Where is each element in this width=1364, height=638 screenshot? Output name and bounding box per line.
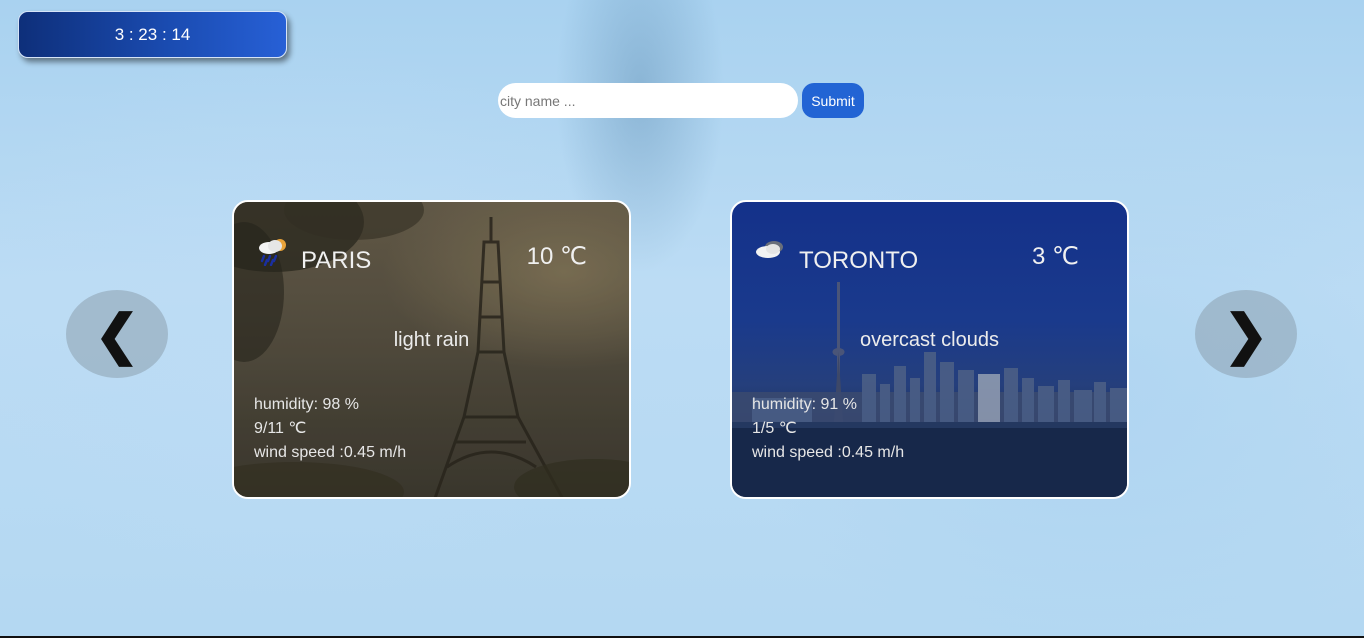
clock-time: 3 : 23 : 14 [114,24,191,44]
humidity-text: humidity: 98 % [254,396,359,413]
weather-details: humidity: 98 % 9/11 ℃ wind speed :0.45 m… [254,393,406,465]
weather-description: overcast clouds [860,329,999,351]
humidity-text: humidity: 91 % [752,396,857,413]
city-search-form: Submit [498,83,864,118]
city-name: PARIS [301,247,372,274]
previous-arrow-button[interactable]: ❮ [66,290,168,378]
weather-details: humidity: 91 % 1/5 ℃ wind speed :0.45 m/… [752,393,904,465]
temperature: 3 ℃ [1032,243,1079,270]
overcast-clouds-icon [756,241,783,258]
wind-speed-text: wind speed :0.45 m/h [752,444,905,461]
clock-display: 3 : 23 : 14 [18,11,287,58]
light-rain-icon [259,239,286,266]
min-max-temperature: 9/11 ℃ [254,420,307,437]
city-search-input[interactable] [498,83,798,118]
next-arrow-button[interactable]: ❯ [1195,290,1297,378]
weather-description: light rain [393,329,470,351]
chevron-right-icon: ❯ [1223,304,1269,365]
wind-speed-text: wind speed :0.45 m/h [254,444,407,461]
submit-button[interactable]: Submit [802,83,864,118]
min-max-temperature: 1/5 ℃ [752,420,797,437]
weather-card-paris: PARIS 10 ℃ light rain humidity: 98 % 9/1… [232,200,631,499]
city-name: TORONTO [799,247,919,274]
weather-card-toronto: TORONTO 3 ℃ overcast clouds humidity: 91… [730,200,1129,499]
temperature: 10 ℃ [526,243,587,270]
chevron-left-icon: ❮ [94,304,140,365]
